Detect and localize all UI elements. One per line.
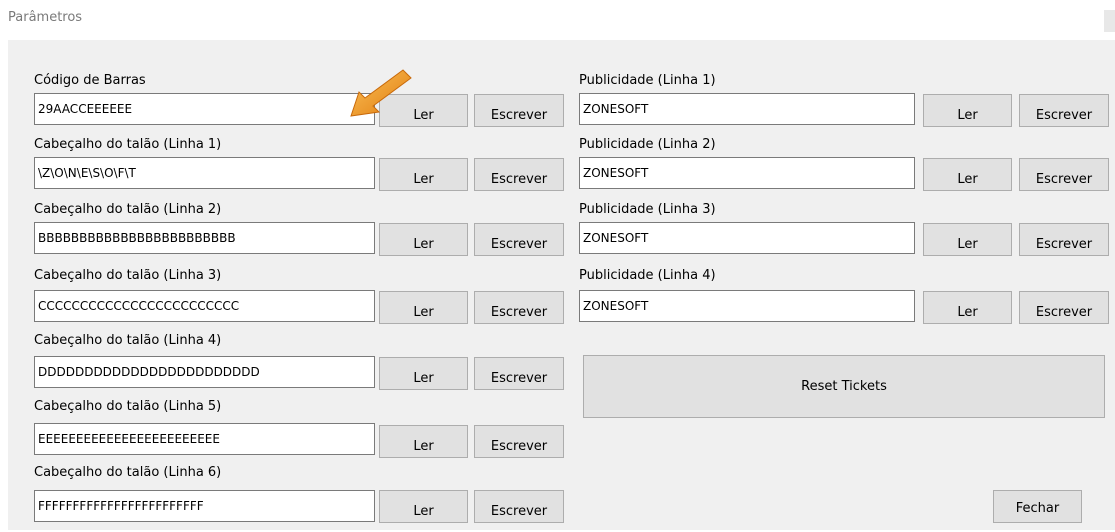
header-line3-read-button[interactable]: Ler — [379, 291, 468, 324]
header-line5-read-button[interactable]: Ler — [379, 425, 468, 458]
header-line4-label: Cabeçalho do talão (Linha 4) — [34, 333, 222, 348]
ad-line2-label: Publicidade (Linha 2) — [579, 137, 716, 152]
header-line1-label: Cabeçalho do talão (Linha 1) — [34, 137, 222, 152]
header-line2-field[interactable]: BBBBBBBBBBBBBBBBBBBBBBBB — [34, 222, 375, 254]
header-line4-field[interactable]: DDDDDDDDDDDDDDDDDDDDDDDD — [34, 356, 375, 388]
ad-line1-write-button[interactable]: Escrever — [1019, 94, 1109, 127]
ad-line1-read-button[interactable]: Ler — [923, 94, 1012, 127]
header-line3-field[interactable]: CCCCCCCCCCCCCCCCCCCCCCCC — [34, 290, 375, 322]
header-line3-write-button[interactable]: Escrever — [474, 291, 564, 324]
close-button[interactable]: Fechar — [993, 490, 1082, 523]
header-line4-write-button[interactable]: Escrever — [474, 357, 564, 390]
header-line6-read-button[interactable]: Ler — [379, 490, 468, 523]
barcode-field[interactable]: 29AACCEEEEEE — [34, 93, 375, 125]
barcode-label: Código de Barras — [34, 73, 146, 88]
ad-line2-field[interactable]: ZONESOFT — [579, 157, 915, 189]
ad-line2-read-button[interactable]: Ler — [923, 158, 1012, 191]
header-line5-field[interactable]: EEEEEEEEEEEEEEEEEEEEEEEE — [34, 423, 375, 455]
header-line2-label: Cabeçalho do talão (Linha 2) — [34, 202, 222, 217]
ad-line3-read-button[interactable]: Ler — [923, 223, 1012, 256]
header-line1-write-button[interactable]: Escrever — [474, 158, 564, 191]
header-line6-field[interactable]: FFFFFFFFFFFFFFFFFFFFFFFF — [34, 490, 375, 522]
ad-line2-write-button[interactable]: Escrever — [1019, 158, 1109, 191]
header-line6-write-button[interactable]: Escrever — [474, 490, 564, 523]
ad-line4-label: Publicidade (Linha 4) — [579, 268, 716, 283]
header-line1-field[interactable]: \Z\O\N\E\S\O\F\T — [34, 157, 375, 189]
window-title: Parâmetros — [8, 10, 83, 25]
ad-line4-write-button[interactable]: Escrever — [1019, 291, 1109, 324]
reset-tickets-button[interactable]: Reset Tickets — [583, 355, 1105, 418]
ad-line3-write-button[interactable]: Escrever — [1019, 223, 1109, 256]
header-line5-label: Cabeçalho do talão (Linha 5) — [34, 399, 222, 414]
barcode-write-button[interactable]: Escrever — [474, 94, 564, 127]
scrollbar[interactable] — [1104, 10, 1115, 32]
ad-line1-field[interactable]: ZONESOFT — [579, 93, 915, 125]
ad-line3-label: Publicidade (Linha 3) — [579, 202, 716, 217]
title-bar: Parâmetros — [0, 0, 1115, 40]
header-line2-read-button[interactable]: Ler — [379, 223, 468, 256]
header-line6-label: Cabeçalho do talão (Linha 6) — [34, 465, 222, 480]
header-line1-read-button[interactable]: Ler — [379, 158, 468, 191]
header-line5-write-button[interactable]: Escrever — [474, 425, 564, 458]
ad-line4-read-button[interactable]: Ler — [923, 291, 1012, 324]
header-line2-write-button[interactable]: Escrever — [474, 223, 564, 256]
header-line3-label: Cabeçalho do talão (Linha 3) — [34, 268, 222, 283]
header-line4-read-button[interactable]: Ler — [379, 357, 468, 390]
parameters-panel: Código de Barras 29AACCEEEEEE Ler Escrev… — [8, 40, 1115, 530]
ad-line1-label: Publicidade (Linha 1) — [579, 73, 716, 88]
arrow-pointer-icon — [350, 69, 412, 117]
ad-line4-field[interactable]: ZONESOFT — [579, 290, 915, 322]
ad-line3-field[interactable]: ZONESOFT — [579, 222, 915, 254]
